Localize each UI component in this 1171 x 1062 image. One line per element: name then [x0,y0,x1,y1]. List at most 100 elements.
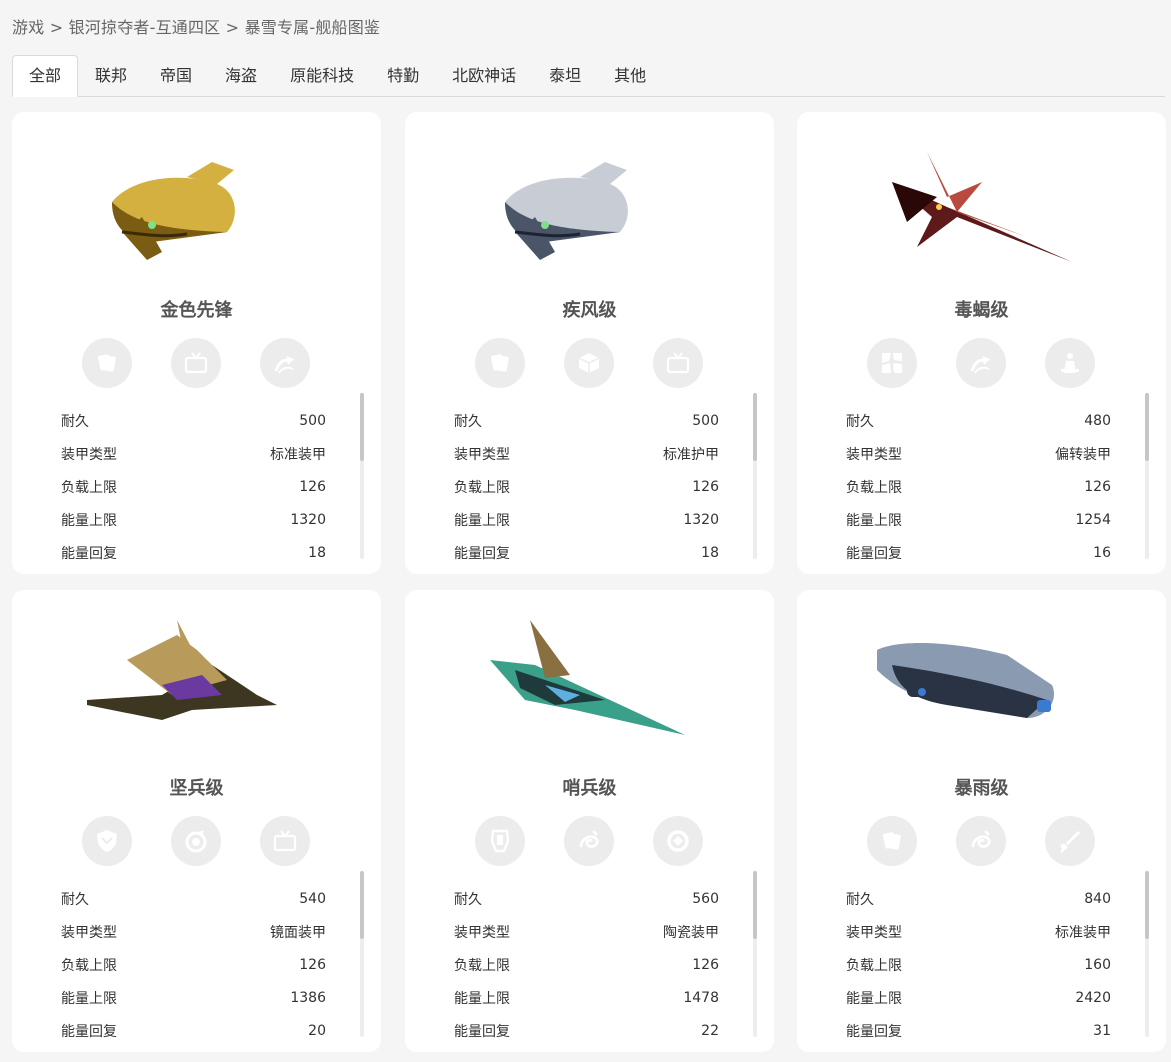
stat-value: 镜面装甲 [270,924,326,941]
stat-label: 耐久 [846,413,874,430]
stat-label: 能量回复 [846,545,902,562]
stat-value: 1386 [290,989,326,1006]
cube-icon[interactable] [564,338,614,388]
scrollbar-thumb[interactable] [360,393,364,461]
ring-icon[interactable] [653,816,703,866]
stat-value: 560 [692,890,719,907]
stat-label: 装甲类型 [61,446,117,463]
shatter-icon[interactable] [867,338,917,388]
stat-row: 能量上限 2420 [846,981,1111,1014]
stat-row: 能量上限 1320 [61,503,326,536]
armor-icon[interactable] [475,816,525,866]
stat-label: 负载上限 [454,957,510,974]
stat-label: 耐久 [846,891,874,908]
stats-scrollbar[interactable] [1145,393,1149,559]
stat-value: 1254 [1075,511,1111,528]
stat-row: 耐久 540 [61,882,326,915]
stat-row: 能量回复 31 [846,1014,1111,1047]
scrollbar-thumb[interactable] [753,393,757,461]
stats-scrollbar[interactable] [753,871,757,1037]
stats-scrollbar[interactable] [360,871,364,1037]
tab-3[interactable]: 海盗 [209,56,273,96]
stats-scrollbar[interactable] [1145,871,1149,1037]
scrollbar-thumb[interactable] [360,871,364,939]
stat-row: 耐久 500 [454,404,719,437]
stat-label: 负载上限 [61,957,117,974]
scrollbar-thumb[interactable] [1145,871,1149,939]
tab-2[interactable]: 帝国 [144,56,208,96]
ship-card[interactable]: 疾风级 耐久 500 装甲类型 标准护甲 负载上限 126 能量上限 1320 能量回复 18 [405,112,774,574]
stat-value: 840 [1084,890,1111,907]
stat-row: 能量回复 18 [454,536,719,569]
swirl-icon[interactable] [956,816,1006,866]
stat-value: 126 [299,956,326,973]
stat-value: 500 [692,412,719,429]
stat-row: 能量上限 1320 [454,503,719,536]
scrollbar-thumb[interactable] [753,871,757,939]
ship-card[interactable]: 坚兵级 耐久 540 装甲类型 镜面装甲 负载上限 126 能量上限 1386 能量回复 20 [12,590,381,1052]
stat-label: 负载上限 [846,957,902,974]
stat-row: 耐久 560 [454,882,719,915]
figure-icon[interactable] [1045,338,1095,388]
tv-icon[interactable] [260,816,310,866]
stat-row: 负载上限 160 [846,948,1111,981]
stat-row: 能量回复 22 [454,1014,719,1047]
cards-icon[interactable] [867,816,917,866]
ship-name: 哨兵级 [562,778,617,799]
skill-icons [82,816,322,866]
stat-value: 1478 [683,989,719,1006]
stat-row: 能量回复 20 [61,1014,326,1047]
stat-label: 耐久 [61,891,89,908]
stat-value: 18 [308,544,326,561]
stats-scrollbar[interactable] [360,393,364,559]
stat-value: 126 [1084,478,1111,495]
stat-row: 装甲类型 镜面装甲 [61,915,326,948]
stat-label: 装甲类型 [61,924,117,941]
target-icon[interactable] [171,816,221,866]
breadcrumb-item[interactable]: 游戏 [12,18,44,37]
stat-row: 装甲类型 陶瓷装甲 [454,915,719,948]
ship-image [405,600,774,760]
swirl-arrow-icon[interactable] [956,338,1006,388]
ship-name: 坚兵级 [169,778,224,799]
breadcrumb-item[interactable]: 暴雪专属-舰船图鉴 [245,18,381,37]
scrollbar-thumb[interactable] [1145,393,1149,461]
tab-1[interactable]: 联邦 [79,56,143,96]
stat-value: 126 [692,956,719,973]
stats-list: 耐久 500 装甲类型 标准护甲 负载上限 126 能量上限 1320 能量回复 18 [454,404,719,569]
category-tabs: 全部 联邦 帝国 海盗 原能科技 特勤 北欧神话 泰坦 其他 [12,54,1165,97]
tab-7[interactable]: 泰坦 [533,56,597,96]
tab-0[interactable]: 全部 [12,55,79,97]
stat-row: 装甲类型 标准护甲 [454,437,719,470]
tab-4[interactable]: 原能科技 [274,56,370,96]
cards-icon[interactable] [475,338,525,388]
ship-card[interactable]: 金色先锋 耐久 500 装甲类型 标准装甲 负载上限 126 能量上限 1320 能量回复 18 [12,112,381,574]
stats-scrollbar[interactable] [753,393,757,559]
skill-icons [867,338,1107,388]
shield-icon[interactable] [82,816,132,866]
cards-icon[interactable] [82,338,132,388]
stat-label: 耐久 [454,891,482,908]
tab-5[interactable]: 特勤 [371,56,435,96]
ship-name: 暴雨级 [954,778,1009,799]
sword-icon[interactable] [1045,816,1095,866]
tv-icon[interactable] [653,338,703,388]
stat-row: 耐久 840 [846,882,1111,915]
skill-icons [475,816,715,866]
ship-card[interactable]: 哨兵级 耐久 560 装甲类型 陶瓷装甲 负载上限 126 能量上限 1478 能量回复 22 [405,590,774,1052]
tab-6[interactable]: 北欧神话 [436,56,532,96]
stat-label: 耐久 [61,413,89,430]
stat-value: 540 [299,890,326,907]
breadcrumb-item[interactable]: 银河掠夺者-互通四区 [69,18,221,37]
ship-image [405,122,774,282]
stat-label: 装甲类型 [846,924,902,941]
tv-icon[interactable] [171,338,221,388]
stats-list: 耐久 560 装甲类型 陶瓷装甲 负载上限 126 能量上限 1478 能量回复 22 [454,882,719,1047]
stat-value: 1320 [290,511,326,528]
swirl-arrow-icon[interactable] [260,338,310,388]
ship-card[interactable]: 暴雨级 耐久 840 装甲类型 标准装甲 负载上限 160 能量上限 2420 能量回复 31 [797,590,1166,1052]
ship-card[interactable]: 毒蝎级 耐久 480 装甲类型 偏转装甲 负载上限 126 能量上限 1254 能量回复 16 [797,112,1166,574]
stat-label: 装甲类型 [846,446,902,463]
swirl-icon[interactable] [564,816,614,866]
tab-8[interactable]: 其他 [598,56,662,96]
